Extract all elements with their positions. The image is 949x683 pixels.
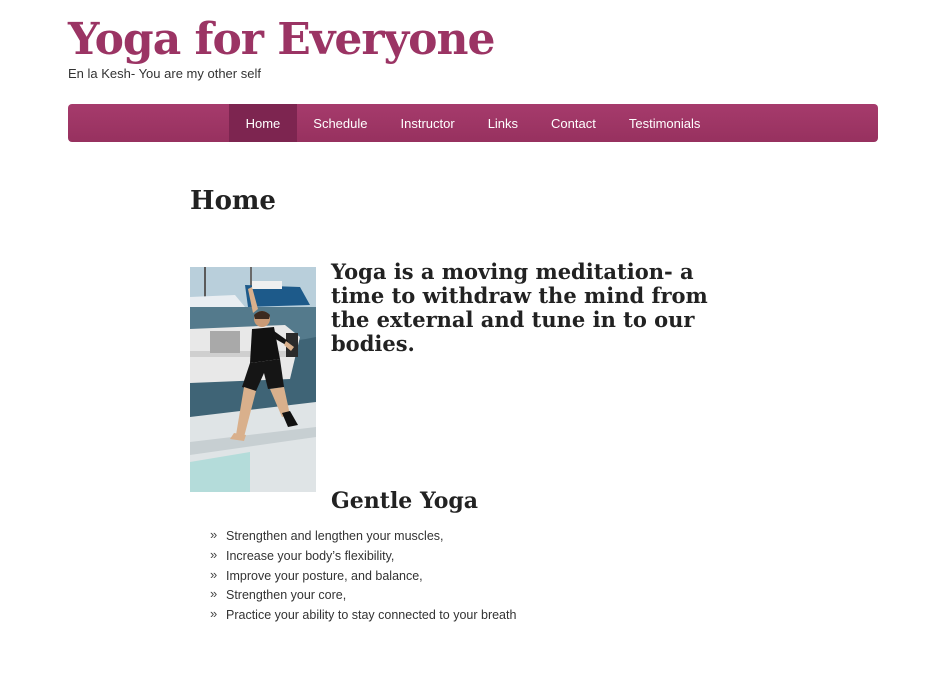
site-tagline: En la Kesh- You are my other self [68,66,261,81]
main-nav: Home Schedule Instructor Links Contact T… [68,104,878,142]
list-item-text: Practice your ability to stay connected … [226,608,517,623]
bullet-icon: » [210,606,218,622]
gentle-yoga-heading: Gentle Yoga [331,488,479,514]
nav-item-testimonials[interactable]: Testimonials [612,104,717,142]
intro-text: Yoga is a moving meditation- a time to w… [331,259,708,356]
list-item: » Strengthen and lengthen your muscles, [210,527,516,547]
nav-item-links[interactable]: Links [471,104,534,142]
list-item: » Increase your body’s flexibility, [210,547,516,567]
list-item-text: Increase your body’s flexibility, [226,548,395,563]
page-title: Home [190,186,276,216]
site-title[interactable]: Yoga for Everyone [68,12,495,68]
benefits-list: » Strengthen and lengthen your muscles, »… [210,527,516,626]
list-item: » Practice your ability to stay connected… [210,606,516,626]
nav-item-contact[interactable]: Contact [535,104,613,142]
list-item-text: Strengthen your core, [226,588,347,603]
nav-item-home[interactable]: Home [229,104,297,142]
list-item-text: Strengthen and lengthen your muscles, [226,529,444,543]
page: Yoga for Everyone En la Kesh- You are my… [0,0,949,683]
list-item: » Strengthen your core, [210,586,516,606]
list-item-text: Improve your posture, and balance, [226,568,423,583]
list-item: » Improve your posture, and balance, [210,567,516,587]
nav-item-schedule[interactable]: Schedule [297,104,384,142]
yoga-pose-photo [190,267,316,492]
bullet-icon: » [210,546,218,562]
bullet-icon: » [210,527,218,542]
bullet-icon: » [210,586,218,602]
nav-item-instructor[interactable]: Instructor [384,104,471,142]
bullet-icon: » [210,566,218,582]
